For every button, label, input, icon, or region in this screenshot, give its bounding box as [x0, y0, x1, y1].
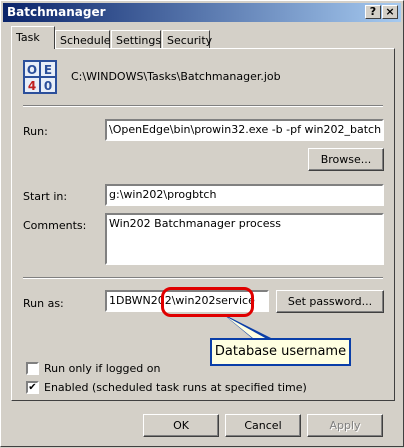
callout-pointer	[223, 314, 273, 339]
username-highlight	[161, 287, 254, 317]
annotation-callout: Database username	[210, 338, 351, 366]
properties-window: Batchmanager ? × Task Schedule Settings …	[0, 0, 404, 447]
